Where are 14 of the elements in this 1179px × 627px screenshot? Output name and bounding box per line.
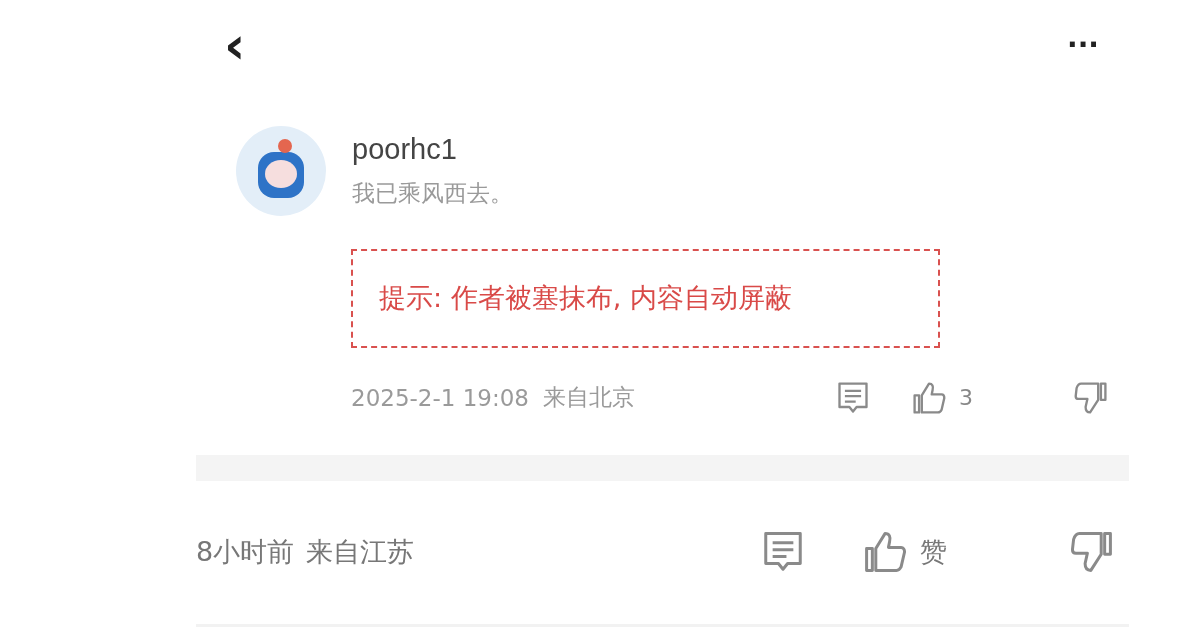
- thumbs-down-icon[interactable]: [1073, 379, 1109, 416]
- blocked-content-notice: 提示: 作者被塞抹布, 内容自动屏蔽: [351, 248, 940, 348]
- like-label[interactable]: 赞: [920, 534, 947, 571]
- user-signature: 我已乘风西去。: [352, 178, 513, 208]
- more-button[interactable]: ···: [1067, 30, 1099, 59]
- like-count: 3: [959, 385, 973, 411]
- post-time: 2025-2-1 19:08: [351, 384, 529, 411]
- back-button[interactable]: ‹: [224, 18, 246, 71]
- post-location: 来自北京: [543, 383, 635, 413]
- username[interactable]: poorhc1: [352, 132, 513, 166]
- comment-icon[interactable]: [835, 379, 871, 416]
- comment-time: 8小时前: [196, 535, 295, 570]
- avatar[interactable]: [236, 125, 326, 216]
- comment-location: 来自江苏: [306, 535, 415, 570]
